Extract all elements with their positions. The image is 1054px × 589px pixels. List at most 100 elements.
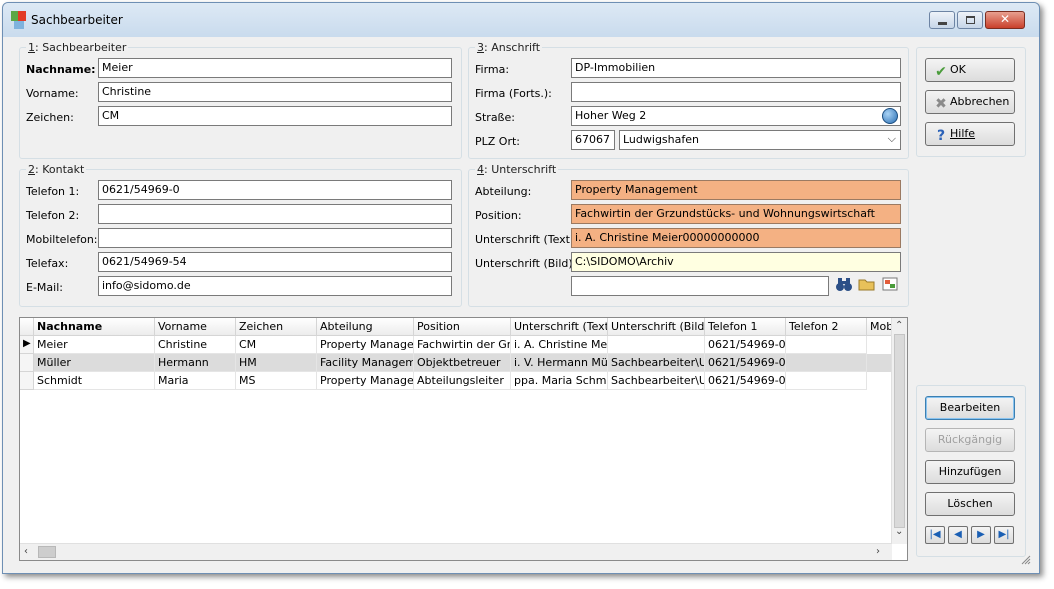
last-record-icon[interactable]: ▶| [994,526,1014,544]
abbrechen-button[interactable]: ✖ Abbrechen [925,90,1015,114]
binoculars-icon[interactable] [833,276,855,296]
telefax-label: Telefax: [26,257,69,270]
unterschrift-text-label: Unterschrift (Text): [475,233,578,246]
firma-field[interactable]: DP-Immobilien [571,58,901,78]
table-cell[interactable] [786,372,867,390]
column-header-unterschrift-bild[interactable]: Unterschrift (Bild) [608,318,705,336]
telefon1-field[interactable]: 0621/54969-0 [98,180,452,200]
strasse-field[interactable]: Hoher Weg 2 [571,106,901,126]
bearbeiten-button[interactable]: Bearbeiten [925,396,1015,420]
table-cell[interactable]: Christine [155,336,236,354]
table-cell[interactable]: Schmidt [34,372,155,390]
zeichen-field[interactable]: CM [98,106,452,126]
table-cell[interactable]: Sachbearbeiter\Unterschrift [608,354,705,372]
prev-record-icon[interactable]: ◀ [948,526,968,544]
column-header-abteilung[interactable]: Abteilung [317,318,414,336]
telefax-field[interactable]: 0621/54969-54 [98,252,452,272]
table-cell[interactable]: Abteilungsleiter [414,372,511,390]
row-selector-current[interactable]: ▶ [20,336,34,354]
unterschrift-bild-path-field[interactable]: C:\SIDOMO\Archiv [571,252,901,272]
ort-dropdown[interactable]: Ludwigshafen ⌵ [619,130,901,150]
next-record-icon[interactable]: ▶ [971,526,991,544]
unterschrift-text-field[interactable]: i. A. Christine Meier00000000000 [571,228,901,248]
table-cell[interactable]: i. A. Christine Meier( [511,336,608,354]
abteilung-field[interactable]: Property Management [571,180,901,200]
strasse-value: Hoher Weg 2 [575,109,647,122]
mobiltelefon-field[interactable] [98,228,452,248]
firma-forts-field[interactable] [571,82,901,102]
scroll-up-icon[interactable]: ⌃ [895,320,903,331]
column-header-nachname[interactable]: Nachname [34,318,155,336]
table-cell[interactable]: CM [236,336,317,354]
table-cell[interactable] [786,354,867,372]
globe-icon[interactable] [882,108,898,124]
email-field[interactable]: info@sidomo.de [98,276,452,296]
zeichen-label: Zeichen: [26,111,74,124]
row-header-corner [20,318,34,336]
table-cell[interactable]: Hermann [155,354,236,372]
horizontal-scroll-thumb[interactable] [38,546,56,558]
image-picker-icon[interactable] [879,276,901,296]
horizontal-scrollbar[interactable]: ‹ › [20,543,892,560]
table-cell[interactable]: 0621/54969-0 [705,372,786,390]
open-folder-icon[interactable] [856,276,878,296]
table-cell[interactable]: Facility Management [317,354,414,372]
ok-button[interactable]: ✔ OK [925,58,1015,82]
column-header-vorname[interactable]: Vorname [155,318,236,336]
row-selector[interactable] [20,372,34,390]
table-cell[interactable]: Property Management [317,372,414,390]
firma-label: Firma: [475,63,510,76]
column-header-zeichen[interactable]: Zeichen [236,318,317,336]
position-field[interactable]: Fachwirtin der Grzundstücks- und Wohnung… [571,204,901,224]
table-cell[interactable]: Fachwirtin der Grzundstücks [414,336,511,354]
plz-field[interactable]: 67067 [571,130,615,150]
table-cell[interactable]: 0621/54969-0 [705,354,786,372]
hilfe-button[interactable]: ? Hilfe [925,122,1015,146]
resize-grip-icon[interactable] [1021,555,1031,565]
table-cell[interactable]: MS [236,372,317,390]
table-cell[interactable]: Meier [34,336,155,354]
table-cell[interactable] [608,336,705,354]
row-selector[interactable] [20,354,34,372]
scroll-down-icon[interactable]: ⌄ [895,526,903,537]
vertical-scrollbar[interactable]: ⌃ ⌄ [891,318,907,544]
vorname-field[interactable]: Christine [98,82,452,102]
table-cell[interactable]: Objektbetreuer [414,354,511,372]
table-cell[interactable]: 0621/54969-0 [705,336,786,354]
window-title: Sachbearbeiter [31,13,123,27]
unterschrift-bild-file-field[interactable] [571,276,829,296]
group-unterschrift-title: 4: Unterschrift [475,163,559,176]
app-icon [11,11,26,29]
close-button[interactable]: ✕ [985,11,1025,29]
hinzufuegen-button[interactable]: Hinzufügen [925,460,1015,484]
minimize-button[interactable] [929,11,955,29]
column-header-telefon2[interactable]: Telefon 2 [786,318,867,336]
table-cell[interactable]: Müller [34,354,155,372]
position-label: Position: [475,209,522,222]
email-label: E-Mail: [26,281,63,294]
scroll-left-icon[interactable]: ‹ [24,546,28,557]
rueckgaengig-button[interactable]: Rückgängig [925,428,1015,452]
table-cell[interactable]: Property Management [317,336,414,354]
table-cell[interactable]: Sachbearbeiter\Unterschrift [608,372,705,390]
loeschen-button[interactable]: Löschen [925,492,1015,516]
sachbearbeiter-table[interactable]: Nachname Vorname Zeichen Abteilung Posit… [19,317,908,561]
column-header-unterschrift-text[interactable]: Unterschrift (Text) [511,318,608,336]
title-bar[interactable]: Sachbearbeiter ✕ [3,3,1039,37]
column-header-position[interactable]: Position [414,318,511,336]
maximize-button[interactable] [957,11,983,29]
vertical-scroll-thumb[interactable] [894,334,905,528]
table-cell[interactable]: HM [236,354,317,372]
telefon2-field[interactable] [98,204,452,224]
column-header-mobil[interactable]: Mob [867,318,892,336]
scroll-right-icon[interactable]: › [876,546,880,557]
nachname-field[interactable]: Meier [98,58,452,78]
column-header-telefon1[interactable]: Telefon 1 [705,318,786,336]
first-record-icon[interactable]: |◀ [925,526,945,544]
table-cell[interactable]: ppa. Maria Schmidt [511,372,608,390]
sachbearbeiter-window: Sachbearbeiter ✕ 1: Sachbearbeiter Nachn… [2,2,1040,574]
group-sachbearbeiter-title: 1: Sachbearbeiter [26,41,129,54]
table-cell[interactable]: i. V. Hermann Müller [511,354,608,372]
table-cell[interactable] [786,336,867,354]
table-cell[interactable]: Maria [155,372,236,390]
